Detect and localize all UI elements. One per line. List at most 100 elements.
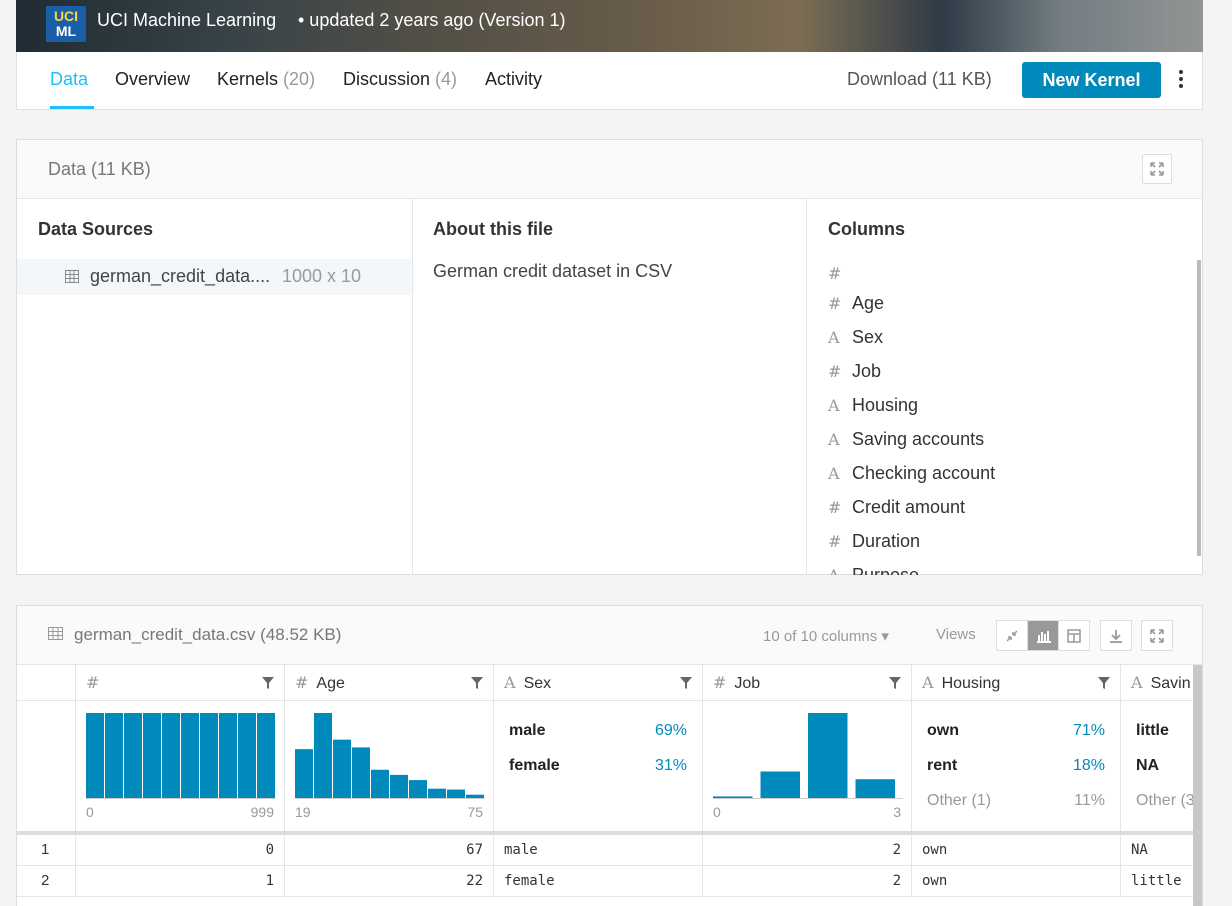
category-label: little <box>1136 722 1169 739</box>
tab-overview[interactable]: Overview <box>115 69 190 90</box>
histogram-bar[interactable] <box>124 713 142 799</box>
download-button[interactable]: Download (11 KB) <box>847 69 992 90</box>
table-cell[interactable]: own <box>912 866 1121 897</box>
filter-icon[interactable] <box>262 677 274 689</box>
histogram-bar[interactable] <box>855 779 896 799</box>
uci-ml-logo[interactable]: UCI ML <box>46 6 86 42</box>
table-cell[interactable]: little <box>1121 866 1202 897</box>
row-number: 2 <box>17 866 76 897</box>
histogram-bar[interactable] <box>295 749 313 799</box>
column-header-sex[interactable]: A Sex <box>494 665 703 701</box>
table-cell[interactable]: 1 <box>76 866 285 897</box>
histogram-bar[interactable] <box>352 747 370 799</box>
table-cell[interactable]: NA <box>1121 835 1202 866</box>
column-item[interactable]: A Checking account <box>828 463 995 484</box>
column-name: Credit amount <box>852 497 966 517</box>
column-name: Duration <box>852 531 921 551</box>
numeric-type-icon: # <box>828 498 842 517</box>
new-kernel-button[interactable]: New Kernel <box>1022 62 1161 98</box>
housing-summary-cell: own 71% rent 18% Other (1) 11% <box>912 701 1121 831</box>
histogram-bar[interactable] <box>409 780 427 799</box>
histogram-bar[interactable] <box>238 713 256 799</box>
tab-label: Data <box>50 69 89 89</box>
column-name: Job <box>852 361 882 381</box>
numeric-type-icon: # <box>828 532 842 551</box>
column-view-button[interactable] <box>1027 620 1059 651</box>
table-scrollbar[interactable] <box>1193 665 1202 906</box>
histogram-bar[interactable] <box>200 713 218 799</box>
filter-icon[interactable] <box>680 677 692 689</box>
filter-icon[interactable] <box>471 677 483 689</box>
column-item[interactable]: A Housing <box>828 395 918 416</box>
column-item[interactable]: # Job <box>828 361 881 382</box>
histogram-bar[interactable] <box>257 713 275 799</box>
histogram-bar[interactable] <box>143 713 161 799</box>
table-cell[interactable]: 2 <box>703 866 912 897</box>
histogram-bar[interactable] <box>219 713 237 799</box>
about-file-text: German credit dataset in CSV <box>433 261 673 281</box>
column-item[interactable]: # <box>828 263 852 284</box>
tab-kernels[interactable]: Kernels (20) <box>217 69 315 90</box>
filter-icon[interactable] <box>1098 677 1110 689</box>
column-count-dropdown[interactable]: 10 of 10 columns ▾ <box>763 627 889 645</box>
category-percent: 18% <box>1072 757 1105 774</box>
string-type-icon: A <box>828 430 840 449</box>
tab-data[interactable]: Data <box>50 69 88 90</box>
owner-link[interactable]: UCI Machine Learning <box>97 10 276 31</box>
column-name: Purpose <box>852 565 920 575</box>
column-name: Saving accounts <box>852 429 985 449</box>
job-histogram-cell: 0 3 <box>703 701 912 831</box>
histogram-bar[interactable] <box>162 713 180 799</box>
row-number-summary <box>17 701 76 831</box>
histogram-bar[interactable] <box>181 713 199 799</box>
histogram-bar[interactable] <box>390 774 408 799</box>
download-file-button[interactable] <box>1100 620 1132 651</box>
string-type-icon: A <box>504 673 516 692</box>
table-cell[interactable]: 67 <box>285 835 494 866</box>
table-cell[interactable]: male <box>494 835 703 866</box>
column-header-housing[interactable]: A Housing <box>912 665 1121 701</box>
histogram-bar[interactable] <box>371 769 389 799</box>
data-panel-title: Data (11 KB) <box>48 159 151 179</box>
column-item[interactable]: # Age <box>828 293 884 314</box>
more-options-icon[interactable] <box>1177 70 1185 92</box>
histogram-bar[interactable] <box>760 771 801 799</box>
table-cell[interactable]: 0 <box>76 835 285 866</box>
histogram-bar[interactable] <box>86 713 104 799</box>
column-item[interactable]: APurpose <box>828 565 919 575</box>
table-cell[interactable]: own <box>912 835 1121 866</box>
column-header-name: Age <box>316 675 345 692</box>
logo-text-ml: ML <box>55 23 77 39</box>
column-header-index[interactable]: # <box>76 665 285 701</box>
string-type-icon: A <box>828 566 852 575</box>
table-cell[interactable]: female <box>494 866 703 897</box>
histogram-bar[interactable] <box>333 739 351 799</box>
data-source-item[interactable]: german_credit_data.... 1000 x 10 <box>17 259 412 295</box>
column-item[interactable]: # Duration <box>828 531 920 552</box>
filter-icon[interactable] <box>889 677 901 689</box>
numeric-type-icon: # <box>828 362 842 381</box>
table-cell[interactable]: 2 <box>703 835 912 866</box>
fullscreen-button[interactable] <box>1141 620 1173 651</box>
tab-activity[interactable]: Activity <box>485 69 542 90</box>
histogram-bar[interactable] <box>314 713 332 799</box>
tab-discussion[interactable]: Discussion (4) <box>343 69 457 90</box>
column-header-age[interactable]: # Age <box>285 665 494 701</box>
column-header-saving[interactable]: A Savin <box>1121 665 1202 701</box>
compact-view-button[interactable] <box>996 620 1028 651</box>
dataset-banner: UCI ML UCI Machine Learning • updated 2 … <box>16 0 1203 52</box>
expand-icon[interactable] <box>1142 154 1172 184</box>
expand-icon <box>1150 629 1164 643</box>
column-item[interactable]: A Sex <box>828 327 883 348</box>
histogram-bar[interactable] <box>105 713 123 799</box>
table-icon <box>65 270 79 283</box>
columns-scrollbar[interactable] <box>1197 260 1201 556</box>
histogram-bar[interactable] <box>808 713 848 799</box>
table-cell[interactable]: 22 <box>285 866 494 897</box>
detail-view-button[interactable] <box>1058 620 1090 651</box>
column-item[interactable]: # Credit amount <box>828 497 965 518</box>
column-header-name: Housing <box>941 675 1001 692</box>
column-item[interactable]: A Saving accounts <box>828 429 984 450</box>
about-file-column: About this file German credit dataset in… <box>413 199 807 575</box>
column-header-job[interactable]: # Job <box>703 665 912 701</box>
